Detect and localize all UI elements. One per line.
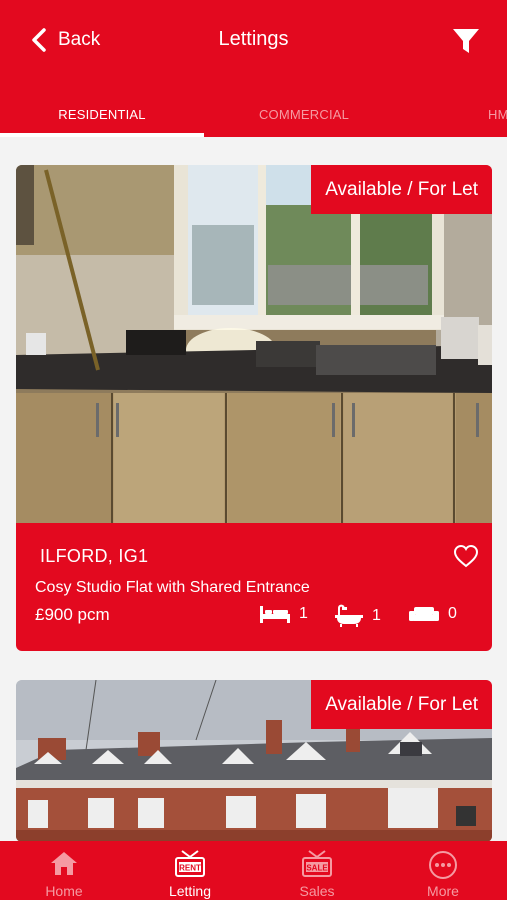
status-badge: Available / For Let [311,680,492,729]
tab-commercial[interactable]: COMMERCIAL [204,92,404,137]
nav-more-label: More [427,883,459,899]
bed-icon [260,606,290,623]
bathrooms-feature: 1 [334,604,381,628]
active-tab-indicator [0,133,204,137]
sofa-icon [409,607,439,621]
property-photo: Available / For Let [16,165,492,523]
bathtub-icon [335,604,363,627]
rent-sign-text: RENT [179,864,201,873]
nav-letting-label: Letting [168,883,212,899]
sale-sign-icon: SALE [302,850,332,877]
more-icon [429,851,457,879]
receptions-feature: 0 [408,604,457,624]
filter-icon[interactable] [451,26,481,56]
bathrooms-count: 1 [372,607,381,624]
listing-price: £900 pcm [35,605,110,624]
nav-home-label: Home [45,883,83,899]
status-badge: Available / For Let [311,165,492,214]
page-title: Lettings [218,28,289,50]
bedrooms-count: 1 [299,605,308,622]
listing-card[interactable]: Available / For Let ILFORD, IG1 Cosy Stu… [16,165,492,651]
bottom-navigation: Home RENT Letting SALE Sales More [0,841,507,900]
listing-card[interactable]: Available / For Let [16,680,492,842]
receptions-count: 0 [448,605,457,622]
sale-sign-text: SALE [306,864,328,873]
nav-more[interactable]: More [380,841,506,900]
tab-hmo[interactable]: HM [488,92,507,137]
category-tabs: RESIDENTIAL COMMERCIAL HM [0,92,507,137]
nav-letting[interactable]: RENT Letting [127,841,253,900]
heart-icon[interactable] [453,544,479,568]
home-icon [51,852,77,875]
property-photo: Available / For Let [16,680,492,842]
listing-info: ILFORD, IG1 Cosy Studio Flat with Shared… [16,523,492,651]
rent-sign-icon: RENT [175,850,205,877]
nav-sales-label: Sales [299,883,335,899]
listing-title: Cosy Studio Flat with Shared Entrance [35,579,310,596]
nav-home[interactable]: Home [1,841,127,900]
nav-sales[interactable]: SALE Sales [254,841,380,900]
app-header: Back Lettings RESIDENTIAL COMMERCIAL HM [0,0,507,137]
bedrooms-feature: 1 [259,604,308,624]
listing-location: ILFORD, IG1 [40,546,149,566]
tab-residential[interactable]: RESIDENTIAL [0,92,204,137]
